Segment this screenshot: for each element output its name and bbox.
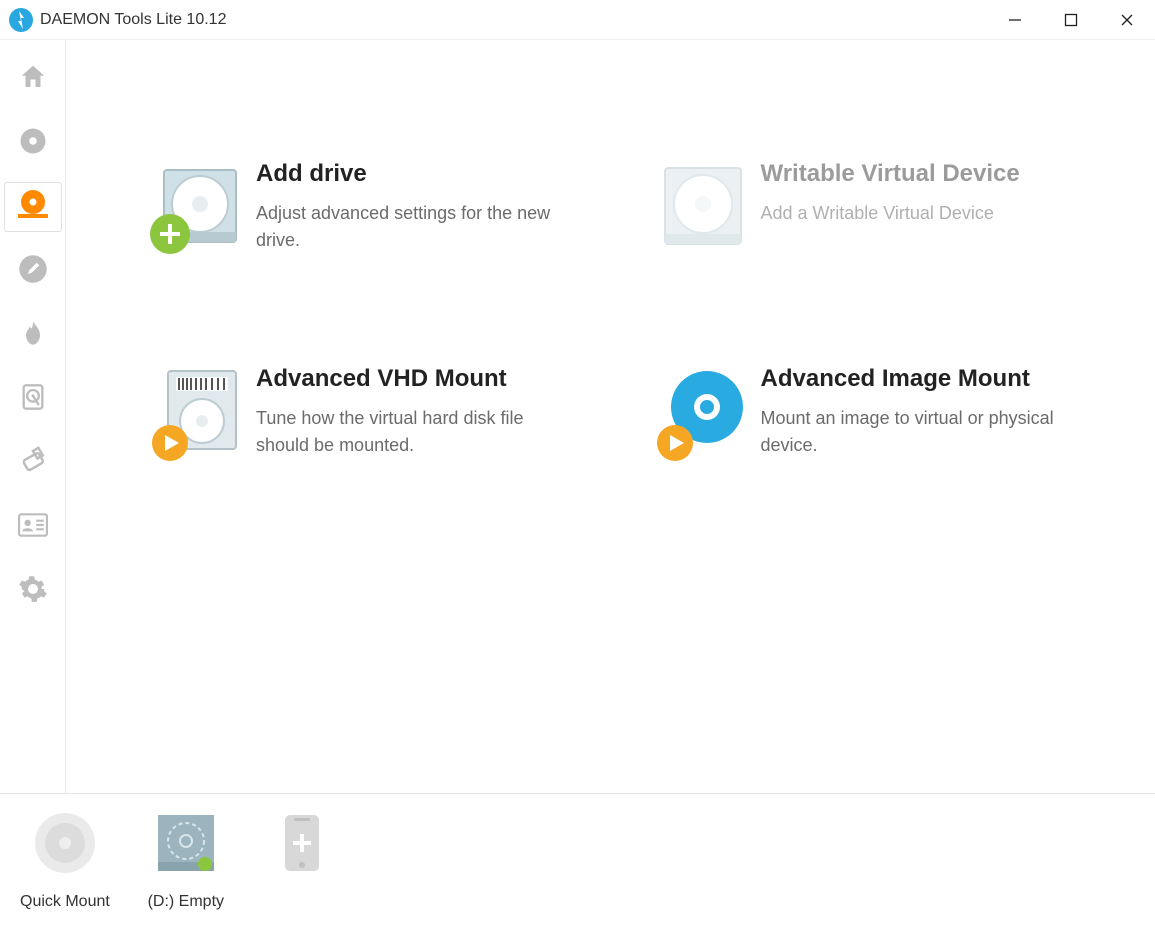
card-title: Writable Virtual Device (761, 160, 1020, 188)
vhd-mount-icon (146, 365, 256, 470)
card-add-drive[interactable]: Add drive Adjust advanced settings for t… (146, 160, 591, 265)
home-icon (18, 62, 48, 97)
card-vhd-mount[interactable]: Advanced VHD Mount Tune how the virtual … (146, 365, 591, 470)
card-desc: Tune how the virtual hard disk file shou… (256, 405, 556, 459)
drive-icon (16, 188, 50, 227)
window-controls (987, 0, 1155, 39)
sidebar-editor[interactable] (5, 247, 61, 295)
sidebar (0, 40, 66, 793)
image-mount-icon (651, 365, 761, 470)
quick-mount-label: Quick Mount (20, 893, 110, 911)
close-button[interactable] (1099, 0, 1155, 39)
sidebar-hdd[interactable] (5, 375, 61, 423)
card-desc: Adjust advanced settings for the new dri… (256, 200, 556, 254)
drive-slot-d[interactable]: (D:) Empty (146, 812, 226, 911)
card-image-mount[interactable]: Advanced Image Mount Mount an image to v… (651, 365, 1096, 470)
hdd-icon (19, 382, 47, 417)
drive-slot-label: (D:) Empty (148, 893, 224, 911)
card-title: Add drive (256, 160, 556, 188)
app-title: DAEMON Tools Lite 10.12 (40, 11, 226, 29)
main-area: Add drive Adjust advanced settings for t… (0, 40, 1155, 793)
sidebar-drives[interactable] (5, 183, 61, 231)
titlebar: DAEMON Tools Lite 10.12 (0, 0, 1155, 40)
add-device-icon (278, 812, 326, 879)
bottombar: Quick Mount (D:) Empty (0, 793, 1155, 943)
add-device-button[interactable] (262, 812, 342, 893)
sidebar-settings[interactable] (5, 567, 61, 615)
disc-icon (18, 126, 48, 161)
maximize-button[interactable] (1043, 0, 1099, 39)
burn-icon (19, 318, 47, 353)
sidebar-images[interactable] (5, 119, 61, 167)
edit-icon (18, 254, 48, 289)
sidebar-home[interactable] (5, 55, 61, 103)
app-logo-icon (8, 7, 34, 33)
drive-slot-icon (155, 812, 217, 879)
usb-icon (18, 446, 48, 481)
quick-mount-button[interactable]: Quick Mount (20, 812, 110, 911)
card-title: Advanced Image Mount (761, 365, 1061, 393)
sidebar-burn[interactable] (5, 311, 61, 359)
sidebar-usb[interactable] (5, 439, 61, 487)
quick-mount-icon (34, 812, 96, 879)
add-drive-icon (146, 160, 256, 265)
writable-device-icon (651, 160, 761, 265)
contact-icon (18, 512, 48, 543)
card-writable-device[interactable]: Writable Virtual Device Add a Writable V… (651, 160, 1096, 265)
card-title: Advanced VHD Mount (256, 365, 556, 393)
sidebar-contact[interactable] (5, 503, 61, 551)
gear-icon (18, 574, 48, 609)
minimize-button[interactable] (987, 0, 1043, 39)
card-desc: Add a Writable Virtual Device (761, 200, 1020, 227)
card-desc: Mount an image to virtual or physical de… (761, 405, 1061, 459)
content-grid: Add drive Adjust advanced settings for t… (66, 40, 1155, 793)
